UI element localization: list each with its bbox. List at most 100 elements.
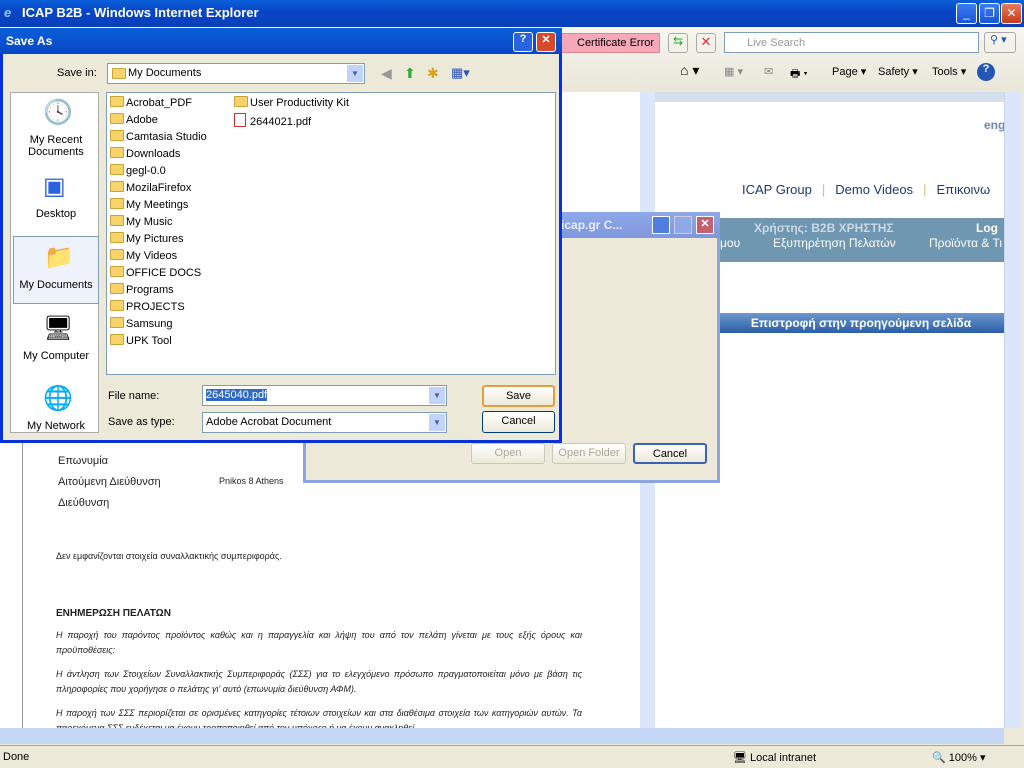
file-name: 2644021.pdf [250,116,312,128]
file-name-value: 2645040.pdf [206,389,268,401]
folder-item[interactable]: gegl-0.0 [110,164,166,181]
place-label: Desktop [35,208,77,220]
save-button[interactable]: Save [482,385,555,407]
back-icon[interactable]: ◀ [381,65,392,82]
place-label: My Network [26,420,86,432]
maximize-icon[interactable] [674,216,692,234]
folder-icon [110,266,124,277]
cancel-button[interactable]: Cancel [482,411,555,433]
folder-item[interactable]: Samsung [110,317,172,334]
print-icon[interactable]: 🖶 ▾ [790,65,808,84]
folder-icon [110,96,124,107]
folder-item[interactable]: Programs [110,283,174,300]
nav-contact[interactable]: Επικοινω [936,182,990,197]
search-input[interactable]: Live Search [724,32,979,53]
save-as-type-label: Save as type: [108,416,175,428]
section-heading: ΕΝΗΜΕΡΩΣΗ ΠΕΛΑΤΩΝ [56,608,171,619]
dialog-close-button[interactable]: ✕ [536,32,556,52]
page-vertical-scrollbar[interactable] [1004,92,1021,728]
save-as-type-value: Adobe Acrobat Document [206,416,332,428]
feeds-icon[interactable]: ▦ ▾ [724,65,743,78]
views-menu-icon[interactable]: ▦▾ [451,65,470,81]
folder-name: Camtasia Studio [126,131,207,143]
folder-item[interactable]: PROJECTS [110,300,185,317]
file-name: User Productivity Kit [250,97,350,109]
my-computer-icon: 🖥 [43,315,74,342]
search-button[interactable]: ⚲ ▾ [984,32,1016,53]
folder-icon [110,317,124,328]
folder-icon [110,249,124,260]
up-folder-icon[interactable]: ⬆ [404,65,416,82]
folder-item[interactable]: User Productivity Kit [234,96,349,113]
folder-item[interactable]: Camtasia Studio [110,130,207,147]
mail-icon[interactable]: ✉ [764,65,773,78]
folder-item[interactable]: MozilaFirefox [110,181,191,198]
save-as-type-select[interactable]: Adobe Acrobat Document ▼ [202,412,447,433]
folder-item[interactable]: My Meetings [110,198,188,215]
place-desktop[interactable]: Desktop ▣ [13,166,99,234]
open-button[interactable]: Open [471,443,545,464]
safety-menu[interactable]: Safety ▾ [878,65,918,78]
folder-name: PROJECTS [126,301,185,313]
field-req-addr-label: Αιτούμενη Διεύθυνση [58,476,161,488]
close-icon[interactable]: ✕ [696,216,714,234]
new-folder-icon[interactable]: ✱ [427,65,439,82]
user-label: Χρήστης: B2B ΧΡΗΣΤΗΣ [754,221,894,235]
language-link[interactable]: eng [984,118,1005,132]
help-button[interactable]: ? [513,32,533,52]
place-my-computer[interactable]: My Computer 🖥 [13,308,99,376]
download-cancel-button[interactable]: Cancel [633,443,707,464]
user-bar: Χρήστης: B2B ΧΡΗΣΤΗΣ Log μου Εξυπηρέτηση… [718,218,1004,262]
close-button[interactable]: ✕ [1001,3,1022,24]
certificate-error-button[interactable]: Certificate Error [557,33,660,53]
folder-item[interactable]: Adobe [110,113,158,130]
folder-name: Acrobat_PDF [126,97,193,109]
save-in-combo[interactable]: My Documents ▼ [107,63,365,84]
folder-item[interactable]: Acrobat_PDF [110,96,192,113]
folder-icon [110,300,124,311]
back-link[interactable]: Επιστροφή στην προηγούμενη σελίδα [718,313,1004,333]
my-network-icon: 🌐 [43,385,73,412]
minimize-icon[interactable] [652,216,670,234]
folder-icon [110,334,124,345]
home-icon[interactable]: ⌂ ▾ [680,62,699,79]
refresh-icon[interactable]: ⇆ [668,33,688,53]
page-menu[interactable]: Page ▾ [832,65,866,78]
folder-icon [112,68,126,79]
nav-icap-group[interactable]: ICAP Group [742,182,812,197]
folder-item[interactable]: OFFICE DOCS [110,266,201,283]
file-name-input[interactable]: 2645040.pdf ▼ [202,385,447,406]
zone-label: Local intranet [750,752,817,764]
menu-customer-service[interactable]: Εξυπηρέτηση Πελατών [773,236,896,250]
place-recent[interactable]: My Recent Documents 🕓 [13,92,99,160]
help-icon[interactable]: ? [977,63,995,81]
open-folder-button[interactable]: Open Folder [552,443,626,464]
folder-item[interactable]: Downloads [110,147,180,164]
tools-menu[interactable]: Tools ▾ [932,65,966,78]
folder-icon [110,232,124,243]
maximize-button[interactable]: ❐ [979,3,1000,24]
menu-products[interactable]: Προϊόντα & Τι [929,236,1002,250]
stop-icon[interactable]: ✕ [696,33,716,53]
place-my-documents[interactable]: My Documents 📁 [13,236,99,304]
folder-item[interactable]: My Pictures [110,232,183,249]
nav-demo-videos[interactable]: Demo Videos [835,182,913,197]
folder-icon [110,130,124,141]
file-list[interactable]: Acrobat_PDF Adobe Camtasia Studio Downloads… [106,92,556,375]
logout-link[interactable]: Log [976,221,998,235]
folder-item[interactable]: UPK Tool [110,334,172,351]
folder-item[interactable]: My Music [110,215,172,232]
page-horizontal-scrollbar[interactable] [0,728,1004,744]
folder-item[interactable]: My Videos [110,249,177,266]
menu-my[interactable]: μου [720,236,740,250]
place-my-network[interactable]: My Network 🌐 [13,378,99,446]
zoom-control[interactable]: 🔍 100% ▾ [932,751,985,764]
minimize-button[interactable]: _ [956,3,977,24]
window-title: ICAP B2B - Windows Internet Explorer [22,5,259,20]
chevron-down-icon: ▼ [429,387,445,404]
recent-documents-icon: 🕓 [43,99,73,126]
folder-icon [110,283,124,294]
browser-title-bar: e ICAP B2B - Windows Internet Explorer [0,0,1024,27]
my-documents-icon: 📁 [44,244,74,271]
file-item[interactable]: 2644021.pdf [234,113,311,130]
